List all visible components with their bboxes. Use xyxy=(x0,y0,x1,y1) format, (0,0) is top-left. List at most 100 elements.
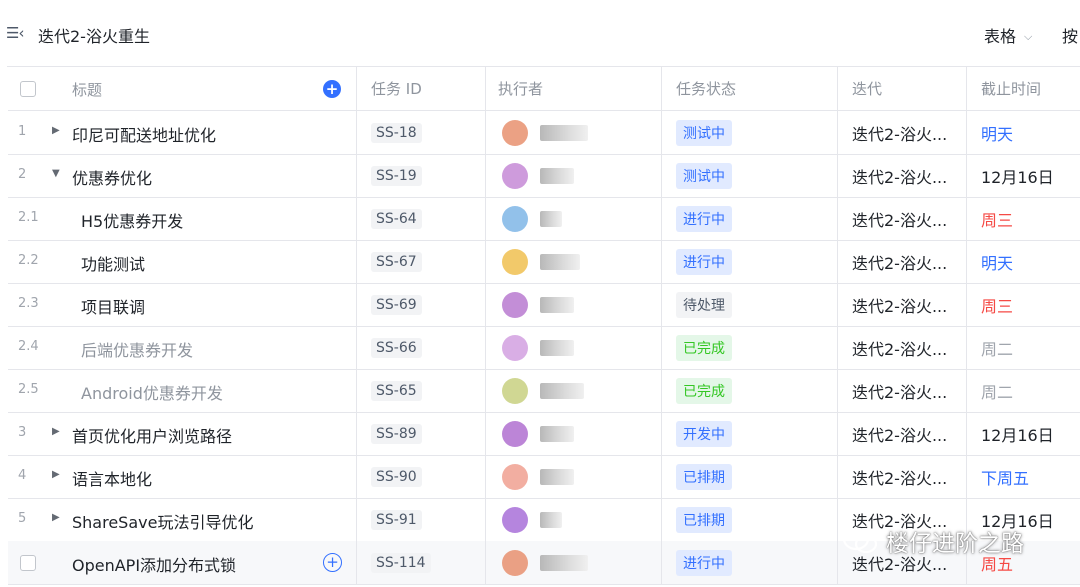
assignee-name-blurred xyxy=(540,253,580,270)
row-number: 2.1 xyxy=(18,210,39,225)
table-row[interactable]: 2.3 项目联调 SS-69 待处理 迭代2-浴火... 周三 xyxy=(8,283,1080,327)
task-title[interactable]: 印尼可配送地址优化 xyxy=(72,122,216,146)
status-badge: 开发中 xyxy=(676,420,732,447)
assignee-name-blurred xyxy=(540,425,574,442)
collapse-icon[interactable]: ▼ xyxy=(52,168,60,179)
status-badge: 进行中 xyxy=(676,549,732,576)
status-badge: 进行中 xyxy=(676,205,732,232)
task-id: SS-64 xyxy=(371,208,422,229)
task-title[interactable]: ShareSave玩法引导优化 xyxy=(72,509,253,533)
assignee-name-blurred xyxy=(540,124,588,141)
row-number: 2.4 xyxy=(18,339,39,354)
assignee-name-blurred xyxy=(540,511,562,528)
sprint-value: 迭代2-浴火... xyxy=(852,210,948,230)
table-row[interactable]: 2.4 后端优惠券开发 SS-66 已完成 迭代2-浴火... 周二 xyxy=(8,326,1080,370)
task-id: SS-91 xyxy=(371,509,422,530)
status-badge: 已完成 xyxy=(676,377,732,404)
table-row[interactable]: 2.2 功能测试 SS-67 进行中 迭代2-浴火... 明天 xyxy=(8,240,1080,284)
task-title[interactable]: 项目联调 xyxy=(81,294,145,318)
due-date: 周三 xyxy=(981,296,1014,316)
view-label: 表格 xyxy=(984,27,1017,46)
status-badge: 待处理 xyxy=(676,291,732,318)
row-number: 2.2 xyxy=(18,253,39,268)
row-checkbox[interactable] xyxy=(20,555,36,571)
task-id: SS-19 xyxy=(371,165,422,186)
watermark: 楼仔进阶之路 xyxy=(842,524,1024,558)
due-date: 周三 xyxy=(981,210,1014,230)
assignee-name-blurred xyxy=(540,382,584,399)
avatar xyxy=(502,506,528,533)
task-title[interactable]: 功能测试 xyxy=(81,251,145,275)
row-number: 1 xyxy=(18,124,27,139)
assignee-name-blurred xyxy=(540,554,588,571)
due-date: 12月16日 xyxy=(981,167,1054,187)
avatar xyxy=(502,162,528,189)
due-date: 12月16日 xyxy=(981,425,1054,445)
table-row[interactable]: 3 ▶ 首页优化用户浏览路径 SS-89 开发中 迭代2-浴火... 12月16… xyxy=(8,412,1080,456)
sprint-value: 迭代2-浴火... xyxy=(852,296,948,316)
task-id: SS-66 xyxy=(371,337,422,358)
column-header-assignee[interactable]: 执行者 xyxy=(486,67,662,110)
table-row[interactable]: 2 ▼ 优惠券优化 SS-19 测试中 迭代2-浴火... 12月16日 xyxy=(8,154,1080,198)
add-subtask-icon[interactable]: + xyxy=(323,553,342,572)
task-id: SS-18 xyxy=(371,122,422,143)
select-all-checkbox[interactable] xyxy=(20,81,36,97)
task-title[interactable]: H5优惠券开发 xyxy=(81,208,183,232)
row-number: 3 xyxy=(18,425,27,440)
status-badge: 已排期 xyxy=(676,506,732,533)
expand-icon[interactable]: ▶ xyxy=(52,512,60,523)
task-title[interactable]: 优惠券优化 xyxy=(72,165,152,189)
avatar xyxy=(502,205,528,232)
assignee-name-blurred xyxy=(540,296,574,313)
column-header-sprint[interactable]: 迭代 xyxy=(838,67,967,110)
sprint-value: 迭代2-浴火... xyxy=(852,382,948,402)
task-id: SS-89 xyxy=(371,423,422,444)
chevron-down-icon: ⌵ xyxy=(1024,30,1033,43)
assignee-name-blurred xyxy=(540,210,562,227)
task-id: SS-90 xyxy=(371,466,422,487)
column-header-due[interactable]: 截止时间 xyxy=(967,67,1080,110)
table-row[interactable]: 2.1 H5优惠券开发 SS-64 进行中 迭代2-浴火... 周三 xyxy=(8,197,1080,241)
collapse-sidebar-icon[interactable]: ☰‹ xyxy=(6,24,24,42)
assignee-name-blurred xyxy=(540,339,574,356)
add-field-icon[interactable]: + xyxy=(323,80,341,98)
wechat-icon xyxy=(842,527,878,555)
status-badge: 测试中 xyxy=(676,162,732,189)
task-id: SS-114 xyxy=(371,552,431,573)
avatar xyxy=(502,334,528,361)
table-row[interactable]: 1 ▶ 印尼可配送地址优化 SS-18 测试中 迭代2-浴火... 明天 xyxy=(8,111,1080,155)
due-date: 周二 xyxy=(981,339,1014,359)
header-title-cell: 标题 + xyxy=(8,67,357,110)
expand-icon[interactable]: ▶ xyxy=(52,125,60,136)
table-row[interactable]: 2.5 Android优惠券开发 SS-65 已完成 迭代2-浴火... 周二 xyxy=(8,369,1080,413)
watermark-text: 楼仔进阶之路 xyxy=(886,531,1024,557)
row-number: 2.3 xyxy=(18,296,39,311)
table-header: 标题 + 任务 ID 执行者 任务状态 迭代 截止时间 xyxy=(8,67,1080,111)
task-id: SS-65 xyxy=(371,380,422,401)
new-task-title[interactable]: OpenAPI添加分布式锁 xyxy=(72,552,236,576)
column-header-title[interactable]: 标题 xyxy=(72,79,102,100)
column-header-task-id[interactable]: 任务 ID xyxy=(357,67,486,110)
row-number: 5 xyxy=(18,511,27,526)
due-date: 明天 xyxy=(981,253,1014,273)
row-number: 4 xyxy=(18,468,27,483)
group-by-button[interactable]: 按 xyxy=(1062,23,1078,47)
status-badge: 已排期 xyxy=(676,463,732,490)
task-title[interactable]: 后端优惠券开发 xyxy=(81,337,193,361)
due-date: 周二 xyxy=(981,382,1014,402)
avatar xyxy=(502,549,528,576)
sprint-value: 迭代2-浴火... xyxy=(852,425,948,445)
view-switcher[interactable]: 表格 ⌵ xyxy=(984,23,1032,47)
table-row[interactable]: 4 ▶ 语言本地化 SS-90 已排期 迭代2-浴火... 下周五 xyxy=(8,455,1080,499)
task-title[interactable]: 语言本地化 xyxy=(72,466,152,490)
avatar xyxy=(502,420,528,447)
expand-icon[interactable]: ▶ xyxy=(52,469,60,480)
task-title[interactable]: Android优惠券开发 xyxy=(81,380,223,404)
status-badge: 已完成 xyxy=(676,334,732,361)
avatar xyxy=(502,119,528,146)
expand-icon[interactable]: ▶ xyxy=(52,426,60,437)
task-title[interactable]: 首页优化用户浏览路径 xyxy=(72,423,232,447)
column-header-status[interactable]: 任务状态 xyxy=(662,67,838,110)
row-number: 2.5 xyxy=(18,382,39,397)
status-badge: 进行中 xyxy=(676,248,732,275)
